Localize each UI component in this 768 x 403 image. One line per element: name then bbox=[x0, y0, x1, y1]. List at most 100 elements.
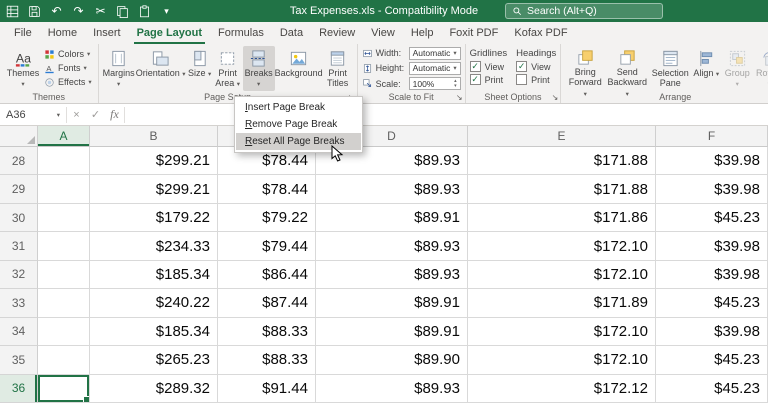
row-header-28[interactable]: 28 bbox=[0, 147, 38, 176]
cell-E36[interactable]: $172.12 bbox=[468, 374, 656, 403]
cell-C30[interactable]: $79.22 bbox=[218, 203, 316, 233]
row-header-32[interactable]: 32 bbox=[0, 260, 38, 290]
cell-A29[interactable] bbox=[38, 175, 90, 204]
cell-D29[interactable]: $89.93 bbox=[316, 175, 468, 204]
cell-F34[interactable]: $39.98 bbox=[656, 317, 768, 347]
tab-help[interactable]: Help bbox=[403, 22, 442, 44]
menu-item-insert-page-break[interactable]: Insert Page Break bbox=[236, 99, 361, 116]
scale-input[interactable]: 100% ▴ ▾ bbox=[408, 77, 461, 91]
sheet-options-dialog-launcher-icon[interactable]: ↘ bbox=[552, 94, 559, 102]
headings-print-checkbox[interactable]: Print bbox=[516, 74, 556, 85]
cell-D31[interactable]: $89.93 bbox=[316, 232, 468, 261]
cell-C32[interactable]: $86.44 bbox=[218, 260, 316, 290]
themes-button[interactable]: Aa Themes ▾ bbox=[4, 46, 42, 91]
cell-D35[interactable]: $89.90 bbox=[316, 346, 468, 375]
cell-D32[interactable]: $89.93 bbox=[316, 260, 468, 290]
paste-icon[interactable] bbox=[137, 4, 152, 19]
cell-B32[interactable]: $185.34 bbox=[90, 260, 218, 290]
name-box[interactable]: A36 ▾ bbox=[0, 104, 66, 125]
cell-E29[interactable]: $171.88 bbox=[468, 175, 656, 204]
tab-insert[interactable]: Insert bbox=[85, 22, 129, 44]
tab-file[interactable]: File bbox=[6, 22, 40, 44]
height-dropdown[interactable]: Automatic ▾ bbox=[408, 61, 461, 75]
cell-B31[interactable]: $234.33 bbox=[90, 232, 218, 261]
formula-input[interactable] bbox=[125, 104, 768, 125]
cell-E34[interactable]: $172.10 bbox=[468, 317, 656, 347]
cell-A28[interactable] bbox=[38, 147, 90, 176]
margins-button[interactable]: Margins ▾ bbox=[103, 46, 135, 91]
print-titles-button[interactable]: Print Titles bbox=[323, 46, 353, 91]
row-header-29[interactable]: 29 bbox=[0, 175, 38, 204]
effects-button[interactable]: Effects ▾ bbox=[42, 76, 94, 89]
width-dropdown[interactable]: Automatic ▾ bbox=[408, 46, 461, 60]
spinner-icon[interactable]: ▴ ▾ bbox=[454, 78, 457, 89]
cell-C34[interactable]: $88.33 bbox=[218, 317, 316, 347]
tab-kofax-pdf[interactable]: Kofax PDF bbox=[506, 22, 575, 44]
column-header-b[interactable]: B bbox=[90, 126, 218, 147]
cell-E32[interactable]: $172.10 bbox=[468, 260, 656, 290]
scale-to-fit-dialog-launcher-icon[interactable]: ↘ bbox=[456, 94, 463, 102]
copy-icon[interactable] bbox=[115, 4, 130, 19]
cell-A30[interactable] bbox=[38, 203, 90, 233]
headings-view-checkbox[interactable]: ✓ View bbox=[516, 61, 556, 72]
colors-button[interactable]: Colors ▾ bbox=[42, 48, 94, 61]
cell-F31[interactable]: $39.98 bbox=[656, 232, 768, 261]
orientation-button[interactable]: Orientation ▾ bbox=[135, 46, 187, 91]
gridlines-print-checkbox[interactable]: ✓ Print bbox=[469, 74, 508, 85]
undo-icon[interactable]: ↶ bbox=[49, 4, 64, 19]
cell-A36[interactable] bbox=[38, 374, 90, 403]
tab-page-layout[interactable]: Page Layout bbox=[129, 22, 210, 44]
cell-B36[interactable]: $289.32 bbox=[90, 374, 218, 403]
column-header-e[interactable]: E bbox=[468, 126, 656, 147]
menu-item-remove-page-break[interactable]: Remove Page Break bbox=[236, 116, 361, 133]
cell-B34[interactable]: $185.34 bbox=[90, 317, 218, 347]
cell-C31[interactable]: $79.44 bbox=[218, 232, 316, 261]
row-header-30[interactable]: 30 bbox=[0, 203, 38, 233]
cell-B29[interactable]: $299.21 bbox=[90, 175, 218, 204]
cell-E31[interactable]: $172.10 bbox=[468, 232, 656, 261]
size-button[interactable]: Size ▾ bbox=[187, 46, 213, 91]
cell-A35[interactable] bbox=[38, 346, 90, 375]
cell-D33[interactable]: $89.91 bbox=[316, 289, 468, 318]
tab-foxit-pdf[interactable]: Foxit PDF bbox=[441, 22, 506, 44]
enter-icon[interactable]: ✓ bbox=[86, 108, 105, 121]
cell-D36[interactable]: $89.93 bbox=[316, 374, 468, 403]
cell-F30[interactable]: $45.23 bbox=[656, 203, 768, 233]
cell-A31[interactable] bbox=[38, 232, 90, 261]
tab-view[interactable]: View bbox=[363, 22, 403, 44]
breaks-button[interactable]: Breaks ▾ bbox=[242, 46, 275, 91]
redo-icon[interactable]: ↷ bbox=[71, 4, 86, 19]
cell-A33[interactable] bbox=[38, 289, 90, 318]
column-header-f[interactable]: F bbox=[656, 126, 768, 147]
cell-A34[interactable] bbox=[38, 317, 90, 347]
cell-F29[interactable]: $39.98 bbox=[656, 175, 768, 204]
cut-icon[interactable]: ✂ bbox=[93, 4, 108, 19]
cell-B35[interactable]: $265.23 bbox=[90, 346, 218, 375]
cell-E28[interactable]: $171.88 bbox=[468, 147, 656, 176]
row-header-34[interactable]: 34 bbox=[0, 317, 38, 347]
select-all-corner[interactable] bbox=[0, 126, 38, 147]
bring-forward-button[interactable]: Bring Forward ▾ bbox=[565, 46, 605, 98]
insert-function-icon[interactable]: fx bbox=[105, 107, 124, 122]
row-header-36[interactable]: 36 bbox=[0, 374, 38, 403]
cell-A32[interactable] bbox=[38, 260, 90, 290]
cell-F33[interactable]: $45.23 bbox=[656, 289, 768, 318]
print-area-button[interactable]: Print Area ▾ bbox=[213, 46, 243, 91]
cell-E33[interactable]: $171.89 bbox=[468, 289, 656, 318]
gridlines-view-checkbox[interactable]: ✓ View bbox=[469, 61, 508, 72]
cell-B30[interactable]: $179.22 bbox=[90, 203, 218, 233]
tab-home[interactable]: Home bbox=[40, 22, 85, 44]
cell-B28[interactable]: $299.21 bbox=[90, 147, 218, 176]
cell-F36[interactable]: $45.23 bbox=[656, 374, 768, 403]
tab-review[interactable]: Review bbox=[311, 22, 363, 44]
selection-pane-button[interactable]: Selection Pane bbox=[649, 46, 691, 91]
fonts-button[interactable]: A Fonts ▾ bbox=[42, 62, 94, 75]
save-icon[interactable] bbox=[27, 4, 42, 19]
align-button[interactable]: Align ▾ bbox=[691, 46, 721, 91]
background-button[interactable]: Background bbox=[275, 46, 323, 91]
cell-B33[interactable]: $240.22 bbox=[90, 289, 218, 318]
row-header-33[interactable]: 33 bbox=[0, 289, 38, 318]
cell-D34[interactable]: $89.91 bbox=[316, 317, 468, 347]
cell-D30[interactable]: $89.91 bbox=[316, 203, 468, 233]
cell-C29[interactable]: $78.44 bbox=[218, 175, 316, 204]
